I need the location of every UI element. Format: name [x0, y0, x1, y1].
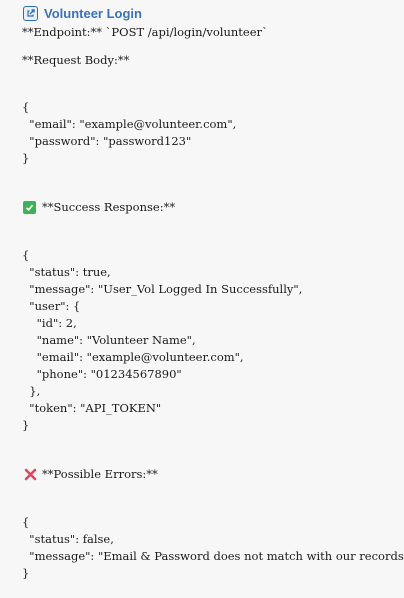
success-body-line: {	[22, 248, 30, 262]
api-doc-page: Volunteer Login **Endpoint:** `POST /api…	[0, 0, 404, 598]
check-mark-icon	[23, 200, 36, 214]
errors-heading: **Possible Errors:**	[23, 466, 158, 482]
success-body-line: "user": {	[22, 299, 81, 313]
request-body-line: "password": "password123"	[22, 134, 192, 148]
request-body-line: "email": "example@volunteer.com",	[22, 117, 237, 131]
success-body-line: },	[22, 384, 41, 398]
error-body-line: "message": "Email & Password does not ma…	[22, 549, 404, 563]
error-body-line: }	[22, 566, 30, 580]
success-body-line: "name": "Volunteer Name",	[22, 333, 196, 347]
endpoint-line: **Endpoint:** `POST /api/login/volunteer…	[22, 25, 268, 39]
success-body-line: "status": true,	[22, 265, 111, 279]
success-body-line: "id": 2,	[22, 316, 77, 330]
success-body-line: "phone": "01234567890"	[22, 367, 182, 381]
success-label: **Success Response:**	[42, 200, 176, 214]
request-body-line: }	[22, 151, 30, 165]
error-body-line: "status": false,	[22, 532, 114, 546]
success-body-line: }	[22, 418, 30, 432]
success-body-line: "message": "User_Vol Logged In Successfu…	[22, 282, 303, 296]
document-link-icon	[23, 5, 38, 21]
success-body-line: "token": "API_TOKEN"	[22, 401, 162, 415]
errors-label: **Possible Errors:**	[42, 467, 158, 481]
request-body-line: {	[22, 100, 30, 114]
error-body-line: {	[22, 515, 30, 529]
success-body-line: "email": "example@volunteer.com",	[22, 350, 244, 364]
page-title: Volunteer Login	[44, 5, 142, 21]
success-heading: **Success Response:**	[23, 199, 175, 215]
cross-mark-icon	[23, 467, 37, 481]
request-body-label: **Request Body:**	[22, 53, 130, 67]
doc-title: Volunteer Login	[23, 4, 142, 22]
